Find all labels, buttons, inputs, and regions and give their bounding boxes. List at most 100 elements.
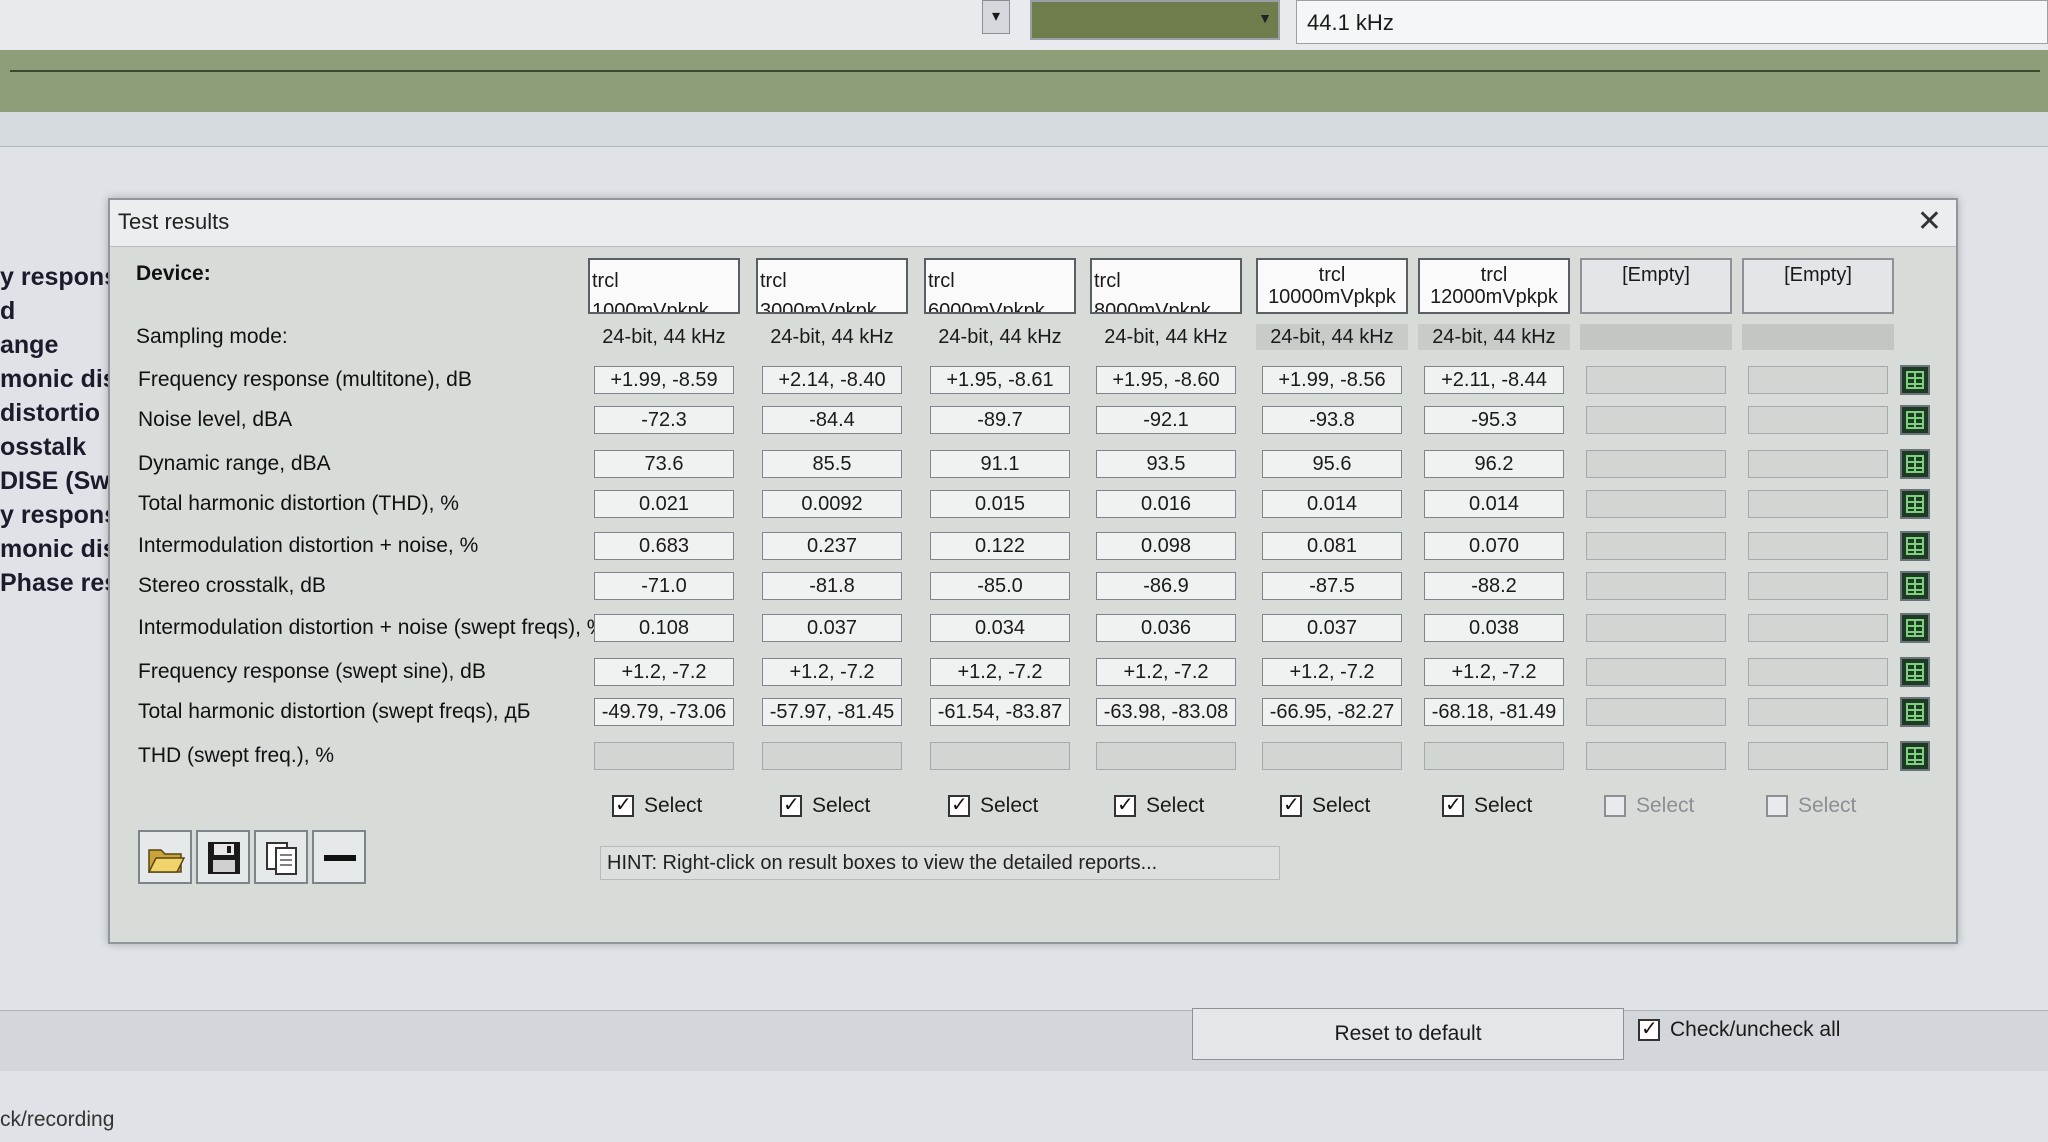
- result-cell[interactable]: +2.14, -8.40: [762, 366, 902, 394]
- result-cell[interactable]: [1586, 366, 1726, 394]
- result-cell[interactable]: [1748, 532, 1888, 560]
- background-test-item[interactable]: DISE (Swe: [0, 464, 112, 498]
- result-cell[interactable]: -84.4: [762, 406, 902, 434]
- table-report-icon[interactable]: [1900, 657, 1930, 687]
- result-cell[interactable]: [1748, 450, 1888, 478]
- result-cell[interactable]: 73.6: [594, 450, 734, 478]
- result-cell[interactable]: [594, 742, 734, 770]
- result-cell[interactable]: [1586, 450, 1726, 478]
- background-test-item[interactable]: osstalk: [0, 430, 112, 464]
- result-cell[interactable]: -86.9: [1096, 572, 1236, 600]
- result-cell[interactable]: [1262, 742, 1402, 770]
- result-cell[interactable]: 0.070: [1424, 532, 1564, 560]
- result-cell[interactable]: +1.2, -7.2: [762, 658, 902, 686]
- result-cell[interactable]: -87.5: [1262, 572, 1402, 600]
- table-report-icon[interactable]: [1900, 489, 1930, 519]
- result-cell[interactable]: [1586, 658, 1726, 686]
- result-cell[interactable]: 93.5: [1096, 450, 1236, 478]
- result-cell[interactable]: +1.2, -7.2: [1262, 658, 1402, 686]
- device-column-header[interactable]: [Empty]: [1580, 258, 1732, 314]
- background-test-item[interactable]: distortio: [0, 396, 112, 430]
- result-cell[interactable]: [1586, 614, 1726, 642]
- result-cell[interactable]: [762, 742, 902, 770]
- device-column-header[interactable]: trcl 6000mVpkpk: [924, 258, 1076, 314]
- table-report-icon[interactable]: [1900, 697, 1930, 727]
- result-cell[interactable]: [1748, 698, 1888, 726]
- table-report-icon[interactable]: [1900, 531, 1930, 561]
- select-checkbox[interactable]: Select: [1604, 792, 1694, 820]
- background-combo-dropdown[interactable]: ▾: [982, 0, 1010, 34]
- result-cell[interactable]: 0.016: [1096, 490, 1236, 518]
- result-cell[interactable]: -88.2: [1424, 572, 1564, 600]
- result-cell[interactable]: 0.021: [594, 490, 734, 518]
- close-icon[interactable]: ✕: [1917, 204, 1942, 240]
- result-cell[interactable]: 0.081: [1262, 532, 1402, 560]
- result-cell[interactable]: [1748, 572, 1888, 600]
- result-cell[interactable]: 85.5: [762, 450, 902, 478]
- select-checkbox[interactable]: Select: [1114, 791, 1204, 820]
- sample-rate-field[interactable]: 44.1 kHz: [1296, 0, 2048, 44]
- device-column-header[interactable]: trcl 8000mVpkpk: [1090, 258, 1242, 314]
- result-cell[interactable]: +1.2, -7.2: [1424, 658, 1564, 686]
- result-cell[interactable]: -68.18, -81.49: [1424, 698, 1564, 726]
- select-checkbox[interactable]: Select: [612, 791, 702, 820]
- result-cell[interactable]: -66.95, -82.27: [1262, 698, 1402, 726]
- background-green-combo[interactable]: ▼: [1030, 0, 1280, 40]
- result-cell[interactable]: -72.3: [594, 406, 734, 434]
- select-checkbox[interactable]: Select: [1766, 792, 1856, 820]
- device-column-header[interactable]: trcl 12000mVpkpk: [1418, 258, 1570, 314]
- result-cell[interactable]: [930, 742, 1070, 770]
- background-test-item[interactable]: ange: [0, 328, 112, 362]
- result-cell[interactable]: [1424, 742, 1564, 770]
- open-button[interactable]: [138, 830, 192, 884]
- background-test-item[interactable]: monic dis: [0, 532, 112, 566]
- result-cell[interactable]: -57.97, -81.45: [762, 698, 902, 726]
- result-cell[interactable]: [1586, 742, 1726, 770]
- device-column-header[interactable]: [Empty]: [1742, 258, 1894, 314]
- result-cell[interactable]: -81.8: [762, 572, 902, 600]
- result-cell[interactable]: -95.3: [1424, 406, 1564, 434]
- remove-button[interactable]: [312, 830, 366, 884]
- table-report-icon[interactable]: [1900, 405, 1930, 435]
- device-column-header[interactable]: trcl 1000mVpkpk: [588, 258, 740, 314]
- result-cell[interactable]: 0.0092: [762, 490, 902, 518]
- result-cell[interactable]: 0.034: [930, 614, 1070, 642]
- background-test-item[interactable]: Phase res: [0, 566, 112, 600]
- table-report-icon[interactable]: [1900, 613, 1930, 643]
- table-report-icon[interactable]: [1900, 741, 1930, 771]
- result-cell[interactable]: 0.014: [1262, 490, 1402, 518]
- result-cell[interactable]: 0.683: [594, 532, 734, 560]
- select-checkbox[interactable]: Select: [1442, 791, 1532, 820]
- result-cell[interactable]: 91.1: [930, 450, 1070, 478]
- result-cell[interactable]: -85.0: [930, 572, 1070, 600]
- background-test-item[interactable]: y respons: [0, 498, 112, 532]
- result-cell[interactable]: 0.038: [1424, 614, 1564, 642]
- result-cell[interactable]: +2.11, -8.44: [1424, 366, 1564, 394]
- result-cell[interactable]: -92.1: [1096, 406, 1236, 434]
- result-cell[interactable]: 0.037: [1262, 614, 1402, 642]
- table-report-icon[interactable]: [1900, 571, 1930, 601]
- result-cell[interactable]: -93.8: [1262, 406, 1402, 434]
- result-cell[interactable]: +1.2, -7.2: [594, 658, 734, 686]
- result-cell[interactable]: 0.014: [1424, 490, 1564, 518]
- background-test-item[interactable]: y respons: [0, 260, 112, 294]
- table-report-icon[interactable]: [1900, 365, 1930, 395]
- result-cell[interactable]: 0.237: [762, 532, 902, 560]
- table-report-icon[interactable]: [1900, 449, 1930, 479]
- result-cell[interactable]: 0.037: [762, 614, 902, 642]
- result-cell[interactable]: 0.122: [930, 532, 1070, 560]
- select-checkbox[interactable]: Select: [780, 791, 870, 820]
- result-cell[interactable]: +1.2, -7.2: [930, 658, 1070, 686]
- background-test-item[interactable]: monic dis: [0, 362, 112, 396]
- result-cell[interactable]: [1748, 366, 1888, 394]
- result-cell[interactable]: [1748, 406, 1888, 434]
- result-cell[interactable]: [1586, 532, 1726, 560]
- result-cell[interactable]: +1.99, -8.56: [1262, 366, 1402, 394]
- result-cell[interactable]: +1.2, -7.2: [1096, 658, 1236, 686]
- result-cell[interactable]: -49.79, -73.06: [594, 698, 734, 726]
- result-cell[interactable]: +1.99, -8.59: [594, 366, 734, 394]
- select-checkbox[interactable]: Select: [948, 791, 1038, 820]
- result-cell[interactable]: -61.54, -83.87: [930, 698, 1070, 726]
- result-cell[interactable]: -63.98, -83.08: [1096, 698, 1236, 726]
- result-cell[interactable]: 95.6: [1262, 450, 1402, 478]
